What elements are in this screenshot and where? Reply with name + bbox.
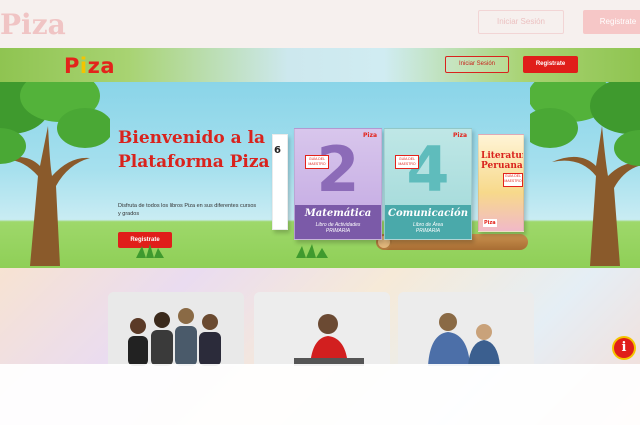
book-title-band: Matemática Libro de Actividades PRIMARIA — [295, 205, 381, 239]
background-header: Piza Iniciar Sesión Registrate — [0, 0, 640, 48]
grass-illustration — [296, 244, 328, 258]
hero-title: Bienvenido a la Plataforma Piza — [118, 128, 270, 172]
grass-illustration — [136, 244, 164, 258]
teacher-guide-badge: GUÍA DEL MAESTRO — [305, 155, 329, 169]
group-photo — [108, 292, 244, 366]
book-title-band: Comunicación Libro de Área PRIMARIA — [385, 205, 471, 239]
book-title: Matemática — [304, 208, 372, 219]
book-cover-comunicacion: Piza 4 GUÍA DEL MAESTRO Comunicación Lib… — [384, 128, 472, 240]
piza-logo[interactable]: Piza — [64, 54, 115, 78]
book-publisher-logo: Piza — [483, 219, 497, 227]
info-icon[interactable]: i — [614, 338, 634, 358]
book-cover-matematica: Piza 2 GUÍA DEL MAESTRO Matemática Libro… — [294, 128, 382, 240]
background-register-button: Registrate — [583, 10, 640, 34]
courses-section — [0, 268, 640, 425]
photo-card-group[interactable] — [108, 292, 244, 366]
student-photo — [254, 292, 390, 366]
book-cover-grade-6: 6 — [272, 134, 288, 230]
hero-banner: Piza Iniciar Sesión Registrate Bienvenid… — [0, 48, 640, 268]
background-logo: Piza — [0, 8, 66, 41]
tree-right-illustration — [530, 70, 640, 266]
teacher-guide-badge: GUÍA DEL MAESTRO — [503, 173, 523, 187]
photo-card-student[interactable] — [254, 292, 390, 366]
top-navbar: Piza Iniciar Sesión Registrate — [0, 48, 640, 82]
section-fade-overlay — [0, 364, 640, 425]
hero-subtitle: Disfruta de todos los libros Piza en sus… — [118, 203, 257, 217]
teacher-guide-badge: GUÍA DEL MAESTRO — [395, 155, 419, 169]
book-grade-number: 2 — [316, 133, 360, 206]
photo-card-parent-child[interactable] — [398, 292, 534, 366]
book-subtitle: Libro de Actividades PRIMARIA — [315, 222, 361, 234]
background-login-button: Iniciar Sesión — [478, 10, 564, 34]
book-subtitle: Libro de Área PRIMARIA — [412, 222, 444, 234]
login-button[interactable]: Iniciar Sesión — [445, 56, 509, 73]
parent-child-photo — [398, 292, 534, 366]
book-cover-literatura: Literatura Peruana GUÍA DEL MAESTRO Piza — [478, 134, 524, 232]
book-title: Comunicación — [388, 208, 468, 219]
book-grade-number: 4 — [406, 133, 450, 206]
tree-left-illustration — [0, 70, 110, 266]
book-title: Literatura Peruana — [481, 151, 523, 171]
register-button[interactable]: Registrate — [523, 56, 578, 73]
